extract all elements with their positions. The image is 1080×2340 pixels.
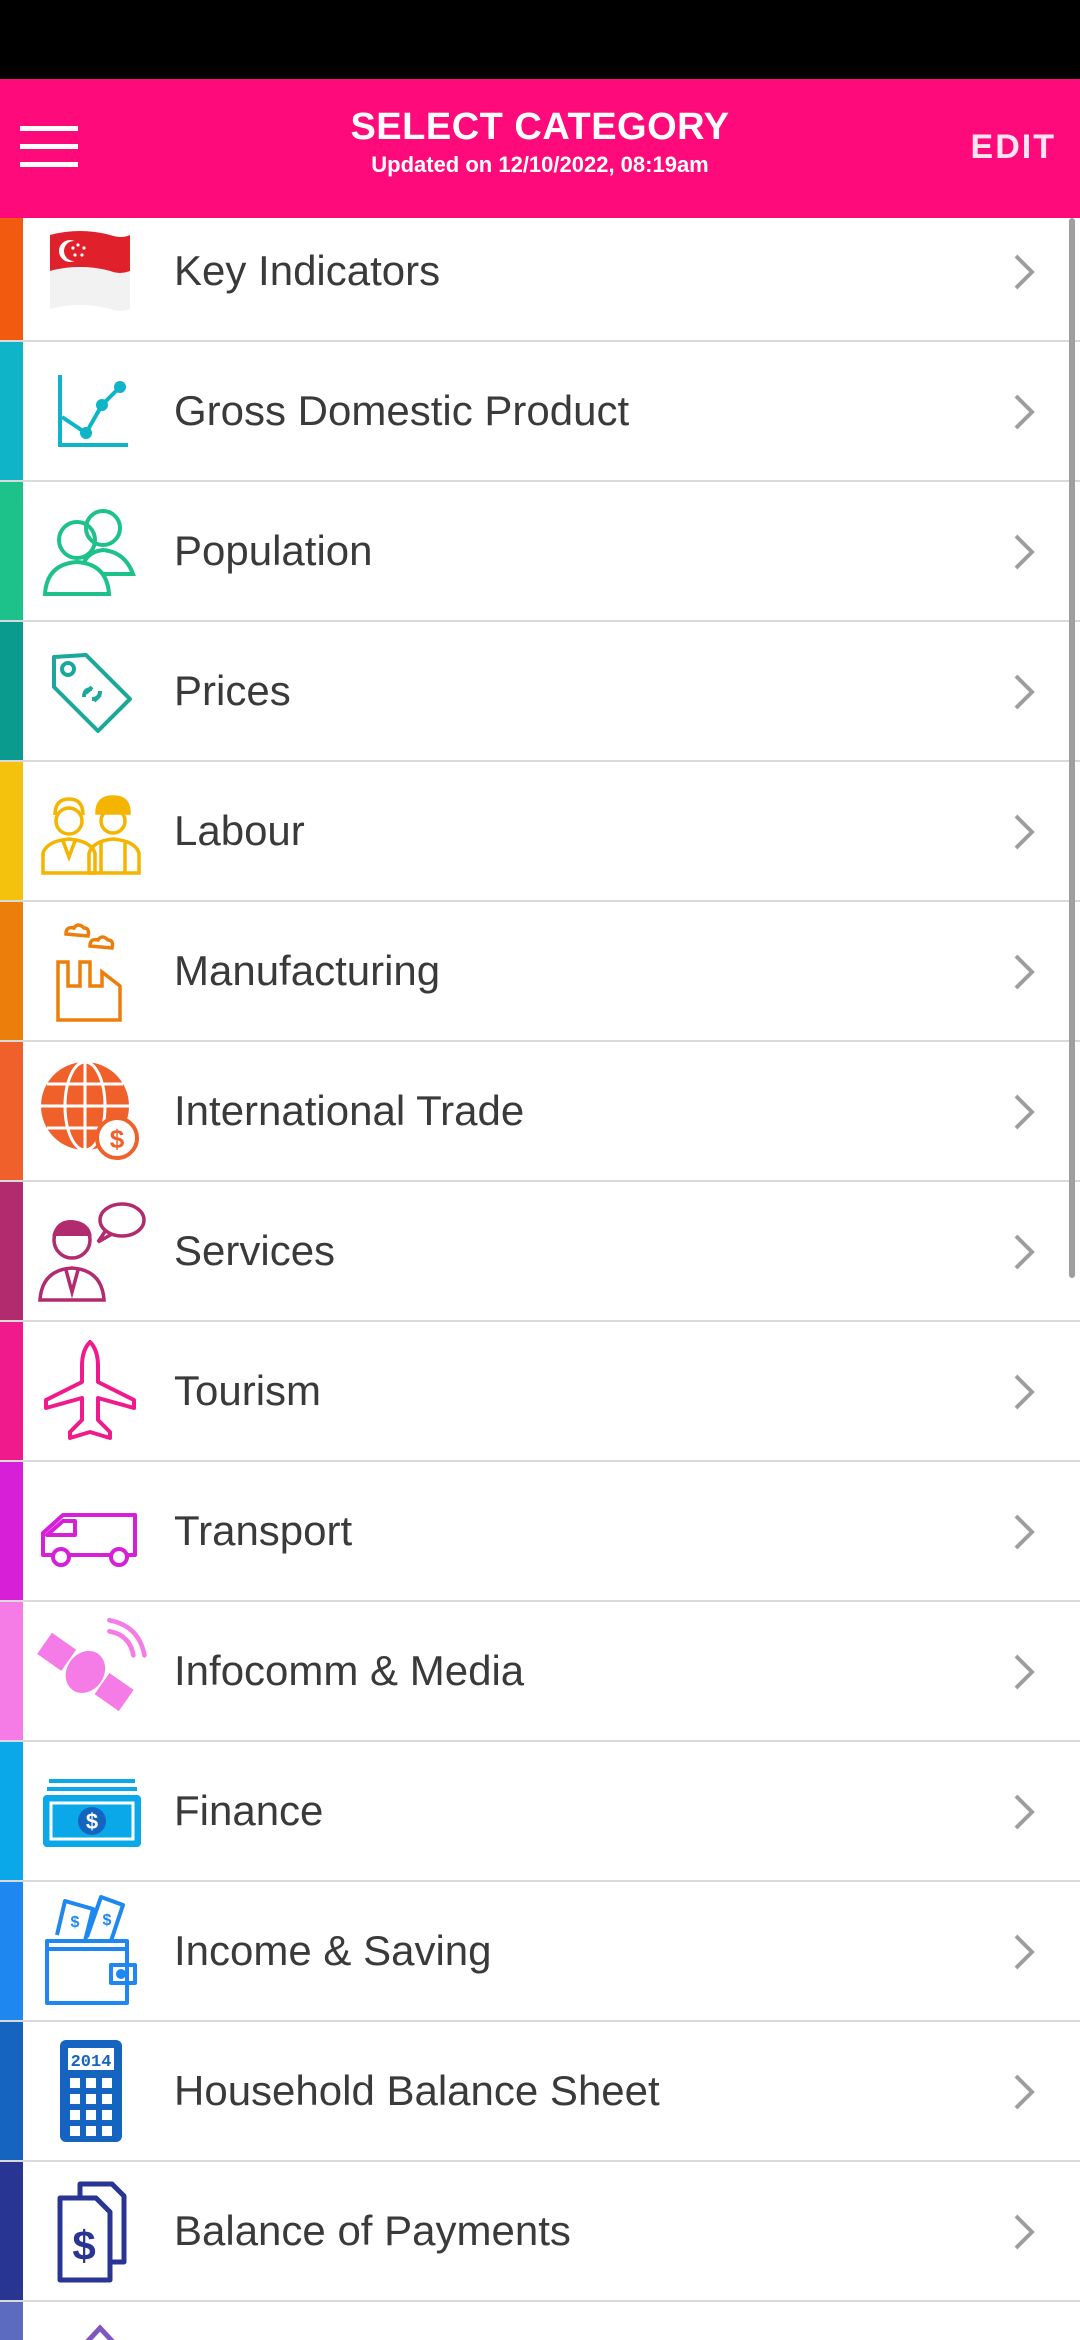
chevron-right-icon (1014, 954, 1035, 990)
category-color-stripe (0, 1322, 23, 1460)
line-chart-icon (30, 352, 150, 470)
category-label: Key Indicators (174, 247, 441, 294)
category-row-finance[interactable]: $ Finance (0, 1742, 1080, 1882)
category-label: Household Balance Sheet (174, 2067, 660, 2114)
category-label: Transport (174, 1507, 353, 1554)
menu-button[interactable] (14, 107, 84, 187)
satellite-icon (30, 1612, 150, 1730)
category-color-stripe (0, 1042, 23, 1180)
category-color-stripe (0, 1462, 23, 1600)
chevron-right-icon (1014, 1094, 1035, 1130)
globe-dollar-icon: $ (30, 1052, 150, 1170)
category-label: Tourism (174, 1367, 322, 1414)
people-icon (30, 492, 150, 610)
category-row-balance-of-payments[interactable]: $ Balance of Payments (0, 2162, 1080, 2302)
documents-dollar-icon: $ (30, 2172, 150, 2290)
page-title: SELECT CATEGORY (350, 106, 730, 148)
hamburger-menu-icon (20, 126, 78, 167)
category-label: Income & Saving (174, 1927, 492, 1974)
category-list: Key Indicators Gross Domestic Product Po… (0, 218, 1080, 2340)
category-row-household-balance-sheet[interactable]: 2014 Household Balance Sheet (0, 2022, 1080, 2162)
chevron-right-icon (1014, 1234, 1035, 1270)
category-color-stripe (0, 482, 23, 620)
last-updated-text: Updated on 12/10/2022, 08:19am (371, 152, 709, 177)
svg-text:$: $ (71, 1914, 80, 1931)
svg-text:$: $ (72, 2222, 95, 2269)
app-header: SELECT CATEGORY Updated on 12/10/2022, 0… (0, 79, 1080, 218)
category-color-stripe (0, 342, 23, 480)
category-label: Infocomm & Media (174, 1647, 525, 1694)
diamond-icon (30, 2312, 150, 2340)
chevron-right-icon (1014, 674, 1035, 710)
category-label: Labour (174, 807, 305, 854)
banknote-icon: $ (30, 1752, 150, 1870)
chevron-right-icon (1014, 394, 1035, 430)
calculator-display-text: 2014 (71, 2053, 112, 2072)
svg-text:$: $ (110, 1124, 125, 1154)
van-icon (30, 1472, 150, 1590)
category-label: Gross Domestic Product (174, 387, 630, 434)
chevron-right-icon (1014, 1514, 1035, 1550)
category-color-stripe (0, 1182, 23, 1320)
category-color-stripe (0, 1602, 23, 1740)
category-label: International Trade (174, 1087, 525, 1134)
category-label: Population (174, 527, 373, 574)
category-row-infocomm-media[interactable]: Infocomm & Media (0, 1602, 1080, 1742)
chevron-right-icon (1014, 1654, 1035, 1690)
category-label: Prices (174, 667, 291, 714)
category-label: Balance of Payments (174, 2207, 571, 2254)
chevron-right-icon (1014, 1794, 1035, 1830)
svg-text:$: $ (103, 1912, 112, 1929)
category-color-stripe (0, 1882, 23, 2020)
chevron-right-icon (1014, 1374, 1035, 1410)
chevron-right-icon (1014, 814, 1035, 850)
workers-icon (30, 772, 150, 890)
category-row-manufacturing[interactable]: Manufacturing (0, 902, 1080, 1042)
chevron-right-icon (1014, 2074, 1035, 2110)
category-color-stripe (0, 762, 23, 900)
singapore-flag-icon (30, 218, 150, 330)
calculator-icon: 2014 (30, 2032, 150, 2150)
airplane-icon (30, 1332, 150, 1450)
scrollbar[interactable] (1069, 218, 1075, 1278)
category-row-partial[interactable] (0, 2302, 1080, 2340)
service-person-icon (30, 1192, 150, 1310)
category-row-international-trade[interactable]: $ International Trade (0, 1042, 1080, 1182)
category-row-transport[interactable]: Transport (0, 1462, 1080, 1602)
category-color-stripe (0, 2022, 23, 2160)
chevron-right-icon (1014, 1934, 1035, 1970)
category-row-labour[interactable]: Labour (0, 762, 1080, 902)
category-color-stripe (0, 2162, 23, 2300)
category-color-stripe (0, 622, 23, 760)
wallet-icon: $ $ (30, 1892, 150, 2010)
category-label: Finance (174, 1787, 324, 1834)
category-row-services[interactable]: Services (0, 1182, 1080, 1322)
factory-icon (30, 912, 150, 1030)
price-tag-icon (30, 632, 150, 750)
category-row-income-saving[interactable]: $ $ Income & Saving (0, 1882, 1080, 2022)
category-color-stripe (0, 2302, 23, 2340)
category-row-tourism[interactable]: Tourism (0, 1322, 1080, 1462)
category-color-stripe (0, 1742, 23, 1880)
category-label: Manufacturing (174, 947, 441, 994)
chevron-right-icon (1014, 2214, 1035, 2250)
category-row-gdp[interactable]: Gross Domestic Product (0, 342, 1080, 482)
status-bar (0, 0, 1080, 79)
chevron-right-icon (1014, 254, 1035, 290)
chevron-right-icon (1014, 534, 1035, 570)
category-color-stripe (0, 902, 23, 1040)
category-row-prices[interactable]: Prices (0, 622, 1080, 762)
edit-button[interactable]: EDIT (971, 117, 1056, 177)
category-label: Services (174, 1227, 336, 1274)
category-row-key-indicators[interactable]: Key Indicators (0, 218, 1080, 342)
svg-text:$: $ (86, 1809, 98, 1834)
category-color-stripe (0, 218, 23, 340)
category-row-population[interactable]: Population (0, 482, 1080, 622)
